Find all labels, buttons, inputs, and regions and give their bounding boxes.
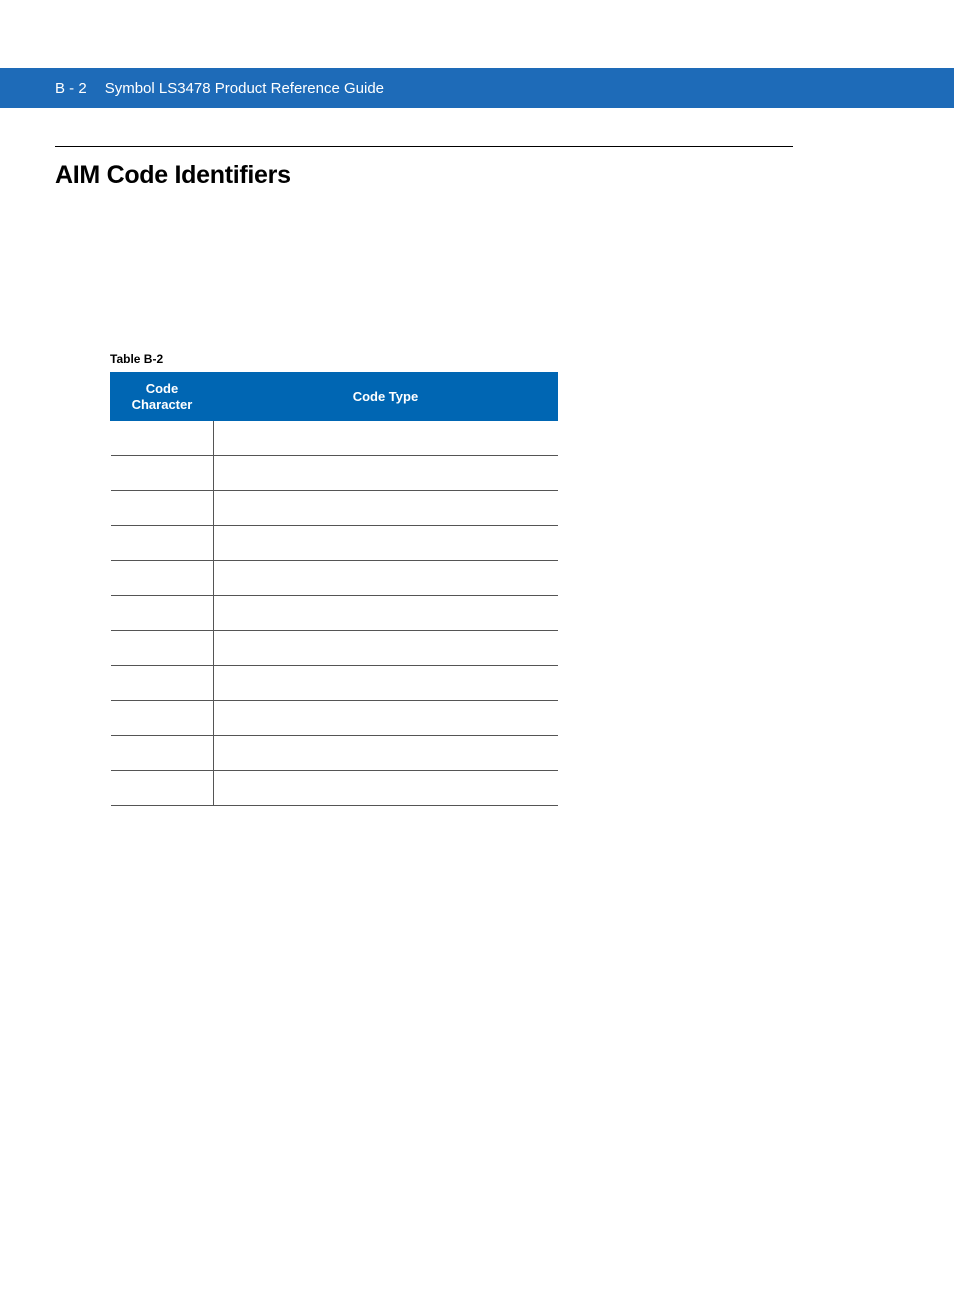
cell-type: [213, 526, 557, 561]
aim-code-table: Code Character Code Type: [110, 372, 558, 806]
cell-type: [213, 666, 557, 701]
cell-char: [111, 491, 214, 526]
page-number-label: B - 2: [55, 80, 87, 97]
cell-type: [213, 701, 557, 736]
cell-char: [111, 736, 214, 771]
cell-type: [213, 561, 557, 596]
cell-char: [111, 561, 214, 596]
table-caption: Table B-2: [110, 352, 899, 366]
cell-type: [213, 421, 557, 456]
table-row: [111, 736, 558, 771]
cell-type: [213, 771, 557, 806]
table-row: [111, 456, 558, 491]
cell-type: [213, 631, 557, 666]
table-container: Table B-2 Code Character Code Type: [110, 352, 899, 806]
table-row: [111, 561, 558, 596]
table-body: [111, 421, 558, 806]
cell-char: [111, 421, 214, 456]
cell-type: [213, 491, 557, 526]
table-row: [111, 596, 558, 631]
document-title: Symbol LS3478 Product Reference Guide: [105, 80, 384, 97]
cell-char: [111, 666, 214, 701]
cell-char: [111, 701, 214, 736]
cell-type: [213, 596, 557, 631]
col-header-code-type: Code Type: [213, 373, 557, 421]
page-header: B - 2 Symbol LS3478 Product Reference Gu…: [0, 68, 954, 108]
table-row: [111, 701, 558, 736]
cell-char: [111, 526, 214, 561]
table-row: [111, 421, 558, 456]
divider: [55, 146, 793, 147]
table-row: [111, 666, 558, 701]
cell-type: [213, 456, 557, 491]
cell-char: [111, 596, 214, 631]
cell-char: [111, 631, 214, 666]
table-row: [111, 491, 558, 526]
col-header-code-character: Code Character: [111, 373, 214, 421]
cell-char: [111, 456, 214, 491]
cell-type: [213, 736, 557, 771]
table-row: [111, 631, 558, 666]
section-heading: AIM Code Identifiers: [55, 161, 899, 190]
cell-char: [111, 771, 214, 806]
table-row: [111, 771, 558, 806]
table-row: [111, 526, 558, 561]
content-area: AIM Code Identifiers Table B-2 Code Char…: [0, 146, 954, 806]
